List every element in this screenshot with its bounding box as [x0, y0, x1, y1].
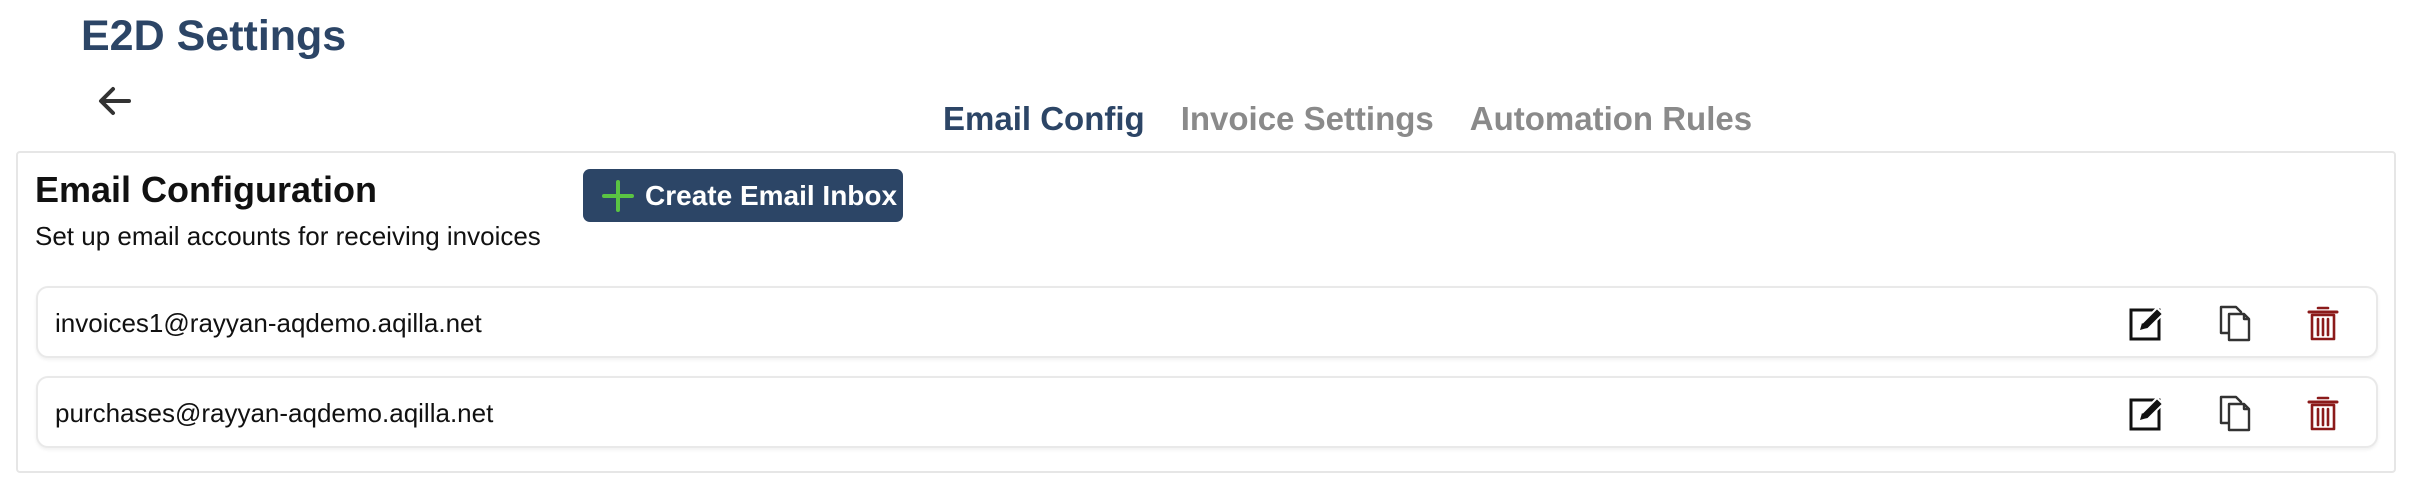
back-button[interactable] — [92, 78, 138, 124]
delete-button[interactable] — [2302, 302, 2344, 344]
copy-icon — [2219, 395, 2251, 432]
trash-icon — [2307, 306, 2339, 341]
edit-button[interactable] — [2126, 392, 2168, 434]
inbox-actions — [2126, 392, 2344, 436]
settings-tabs: Email Config Invoice Settings Automation… — [943, 100, 1752, 157]
plus-icon — [601, 179, 635, 213]
inbox-actions — [2126, 302, 2344, 346]
edit-button[interactable] — [2126, 302, 2168, 344]
tab-automation-rules[interactable]: Automation Rules — [1470, 100, 1752, 153]
email-configuration-card: Email Configuration Set up email account… — [16, 151, 2396, 473]
tab-email-config[interactable]: Email Config — [943, 100, 1145, 157]
edit-icon — [2129, 397, 2164, 431]
page-title: E2D Settings — [81, 12, 347, 60]
section-subtitle: Set up email accounts for receiving invo… — [35, 221, 541, 251]
inbox-row: invoices1@rayyan-aqdemo.aqilla.net — [36, 286, 2378, 358]
copy-icon — [2219, 305, 2251, 342]
section-title: Email Configuration — [35, 169, 377, 210]
delete-button[interactable] — [2302, 392, 2344, 434]
trash-icon — [2307, 396, 2339, 431]
inbox-email: purchases@rayyan-aqdemo.aqilla.net — [55, 398, 494, 428]
edit-icon — [2129, 307, 2164, 341]
arrow-left-icon — [99, 87, 131, 115]
inbox-row: purchases@rayyan-aqdemo.aqilla.net — [36, 376, 2378, 448]
copy-button[interactable] — [2214, 392, 2256, 434]
tab-invoice-settings[interactable]: Invoice Settings — [1181, 100, 1434, 153]
inbox-email: invoices1@rayyan-aqdemo.aqilla.net — [55, 308, 482, 338]
create-email-inbox-label: Create Email Inbox — [645, 179, 898, 211]
create-email-inbox-button[interactable]: Create Email Inbox — [583, 169, 903, 222]
copy-button[interactable] — [2214, 302, 2256, 344]
